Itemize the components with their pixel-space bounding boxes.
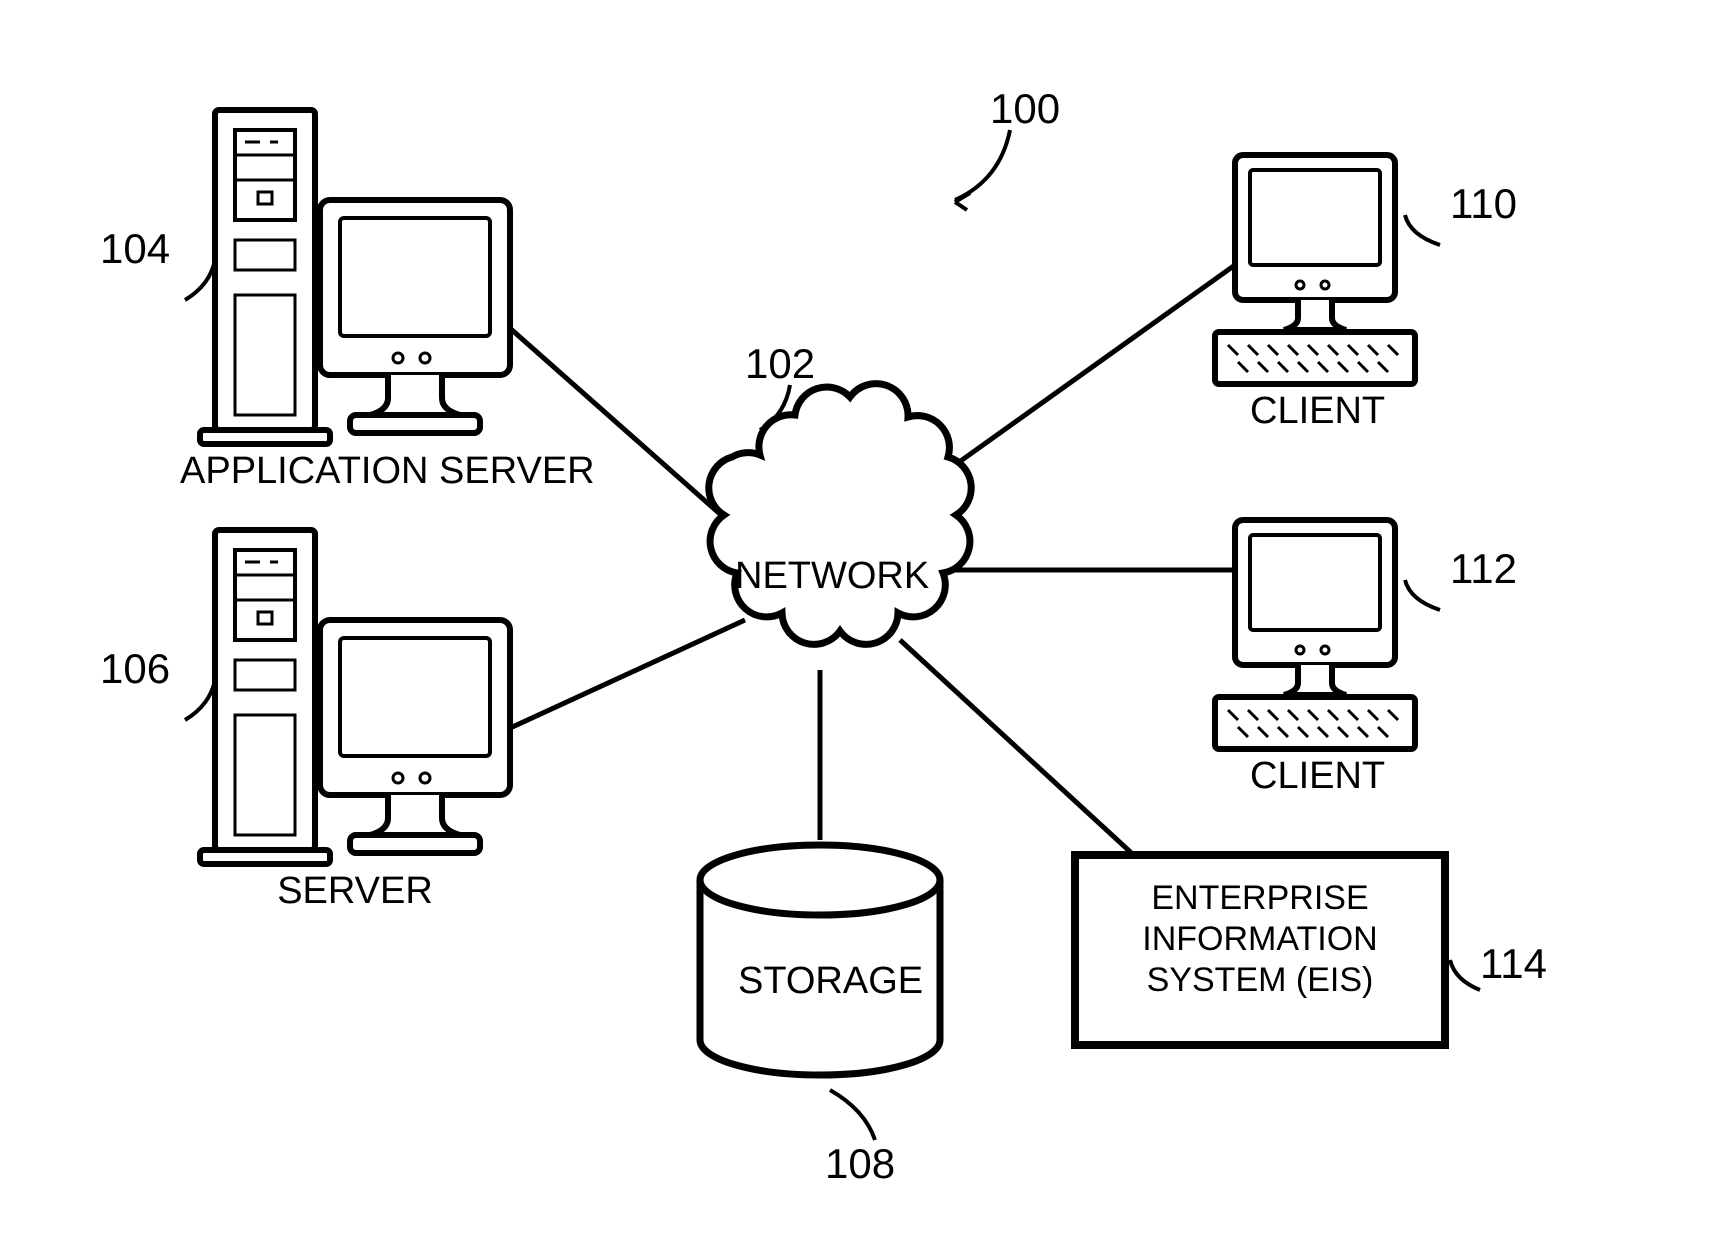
ref-112: 112 — [1450, 545, 1517, 593]
storage-label: STORAGE — [738, 960, 923, 1003]
client1-label: CLIENT — [1250, 390, 1385, 433]
ref-100: 100 — [990, 85, 1060, 133]
leader-114 — [1450, 960, 1480, 990]
line-network-client1 — [920, 265, 1235, 490]
ref-106: 106 — [100, 645, 170, 693]
leader-106 — [185, 680, 215, 720]
network-cloud — [709, 384, 971, 645]
client2-label: CLIENT — [1250, 755, 1385, 798]
server-graphic — [200, 530, 510, 864]
line-network-eis — [900, 640, 1150, 870]
app-server-label: APPLICATION SERVER — [180, 450, 530, 493]
ref-108: 108 — [825, 1140, 895, 1188]
ref-102: 102 — [745, 340, 815, 388]
line-server-network — [495, 620, 745, 735]
server-label: SERVER — [230, 870, 480, 913]
client1-graphic — [1215, 155, 1415, 384]
app-server-graphic — [200, 110, 510, 444]
network-label: NETWORK — [735, 555, 929, 598]
client2-graphic — [1215, 520, 1415, 749]
leader-112 — [1405, 580, 1440, 610]
leader-110 — [1405, 215, 1440, 245]
leader-100 — [955, 130, 1010, 200]
arrowhead-100 — [955, 193, 970, 210]
ref-104: 104 — [100, 225, 170, 273]
leader-108 — [830, 1090, 875, 1140]
ref-110: 110 — [1450, 180, 1517, 228]
ref-114: 114 — [1480, 940, 1547, 988]
leader-104 — [185, 260, 215, 300]
eis-label: ENTERPRISE INFORMATION SYSTEM (EIS) — [1095, 878, 1425, 1000]
